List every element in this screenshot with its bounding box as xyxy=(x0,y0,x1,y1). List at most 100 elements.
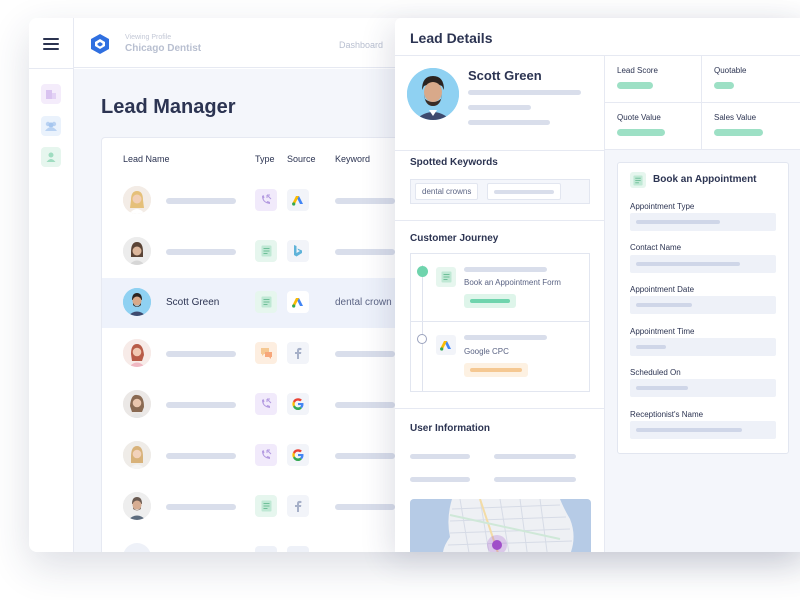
appointment-type-label: Appointment Type xyxy=(630,202,695,211)
quote-value-placeholder xyxy=(617,129,665,136)
map-marker-icon[interactable] xyxy=(492,540,502,550)
lead-info-placeholder xyxy=(468,105,531,110)
quotable-stat: Quotable xyxy=(702,56,800,103)
table-row[interactable] xyxy=(102,227,420,277)
app-logo-icon xyxy=(90,33,110,55)
user-info-placeholder xyxy=(410,477,470,482)
avatar xyxy=(123,186,151,214)
form-icon xyxy=(255,240,277,262)
column-header-keyword[interactable]: Keyword xyxy=(335,154,370,164)
contact-name-label: Contact Name xyxy=(630,243,682,252)
appointment-card: Book an Appointment Appointment Type Con… xyxy=(617,162,789,454)
scheduled-on-field[interactable] xyxy=(630,379,776,397)
lead-avatar xyxy=(407,68,459,120)
lead-info-placeholder xyxy=(468,90,581,95)
receptionist-name-label: Receptionist's Name xyxy=(630,410,704,419)
column-header-source[interactable]: Source xyxy=(287,154,316,164)
table-row[interactable] xyxy=(102,176,420,226)
journey-step-badge xyxy=(464,363,528,377)
journey-step-label: Google CPC xyxy=(464,347,509,356)
google-icon xyxy=(287,444,309,466)
lead-info-placeholder xyxy=(468,120,550,125)
left-rail xyxy=(29,18,74,552)
column-header-lead-name[interactable]: Lead Name xyxy=(123,154,170,164)
quote-value-stat: Quote Value xyxy=(605,103,703,150)
profile-name[interactable]: Chicago Dentist xyxy=(125,43,201,54)
lead-name-placeholder xyxy=(166,351,236,357)
journey-step-placeholder xyxy=(464,335,547,340)
appointment-date-label: Appointment Date xyxy=(630,285,695,294)
table-row[interactable] xyxy=(102,329,420,379)
keyword-tag-placeholder[interactable] xyxy=(487,183,561,200)
location-map[interactable] xyxy=(410,499,591,552)
lead-score-value-placeholder xyxy=(617,82,653,89)
form-icon xyxy=(630,172,646,188)
users-icon[interactable] xyxy=(41,116,61,136)
type-chip-placeholder xyxy=(255,546,277,552)
keyword-placeholder xyxy=(335,402,395,408)
facebook-icon xyxy=(287,495,309,517)
table-row[interactable] xyxy=(102,380,420,430)
sales-value-stat: Sales Value xyxy=(702,103,800,150)
appointment-date-field[interactable] xyxy=(630,296,776,314)
source-chip-placeholder xyxy=(287,546,309,552)
avatar xyxy=(123,492,151,520)
lead-name-placeholder xyxy=(166,453,236,459)
journey-step-placeholder xyxy=(464,267,547,272)
section-divider xyxy=(395,220,604,221)
user-info-placeholder xyxy=(494,477,576,482)
facebook-icon xyxy=(287,342,309,364)
dashboard-link[interactable]: Dashboard xyxy=(339,40,383,50)
timeline-dot-active xyxy=(417,266,428,277)
table-row-selected[interactable]: Scott Green dental crown xyxy=(102,278,420,328)
bing-icon xyxy=(287,240,309,262)
table-row[interactable] xyxy=(102,533,420,552)
appointment-type-field[interactable] xyxy=(630,213,776,231)
google-ads-icon xyxy=(287,291,309,313)
screen: Viewing Profile Chicago Dentist Dashboar… xyxy=(0,0,800,600)
journey-step-label: Book an Appointment Form xyxy=(464,278,561,287)
leads-table: Lead Name Type Source Keyword Scott Gree… xyxy=(101,137,421,552)
lead-score-stat: Lead Score xyxy=(605,56,703,103)
keyword-placeholder xyxy=(335,198,395,204)
timeline-dot xyxy=(417,334,427,344)
form-icon xyxy=(255,495,277,517)
lead-name-heading: Scott Green xyxy=(468,68,542,83)
lead-name-placeholder xyxy=(166,504,236,510)
lead-name-placeholder xyxy=(166,402,236,408)
customer-journey-title: Customer Journey xyxy=(410,233,499,244)
lead-details-title: Lead Details xyxy=(410,30,493,46)
timeline-line xyxy=(422,265,423,391)
keyword-placeholder xyxy=(335,351,395,357)
scheduled-on-label: Scheduled On xyxy=(630,368,681,377)
page-title: Lead Manager xyxy=(101,96,236,118)
sales-value-label: Sales Value xyxy=(714,113,757,122)
keyword-tag[interactable]: dental crowns xyxy=(415,183,479,200)
user-information-title: User Information xyxy=(410,423,491,434)
stats-divider xyxy=(701,56,702,150)
avatar xyxy=(123,390,151,418)
user-info-placeholder xyxy=(410,454,470,459)
viewing-profile-label: Viewing Profile xyxy=(125,34,172,41)
user-info-placeholder xyxy=(494,454,576,459)
lead-details-panel: Lead Details Scott Green Spotted Keyword… xyxy=(395,18,800,552)
table-row[interactable] xyxy=(102,482,420,532)
avatar xyxy=(123,441,151,469)
google-icon xyxy=(287,393,309,415)
user-icon[interactable] xyxy=(41,147,61,167)
quotable-label: Quotable xyxy=(714,66,747,75)
avatar xyxy=(123,288,151,316)
quotable-value-placeholder xyxy=(714,82,734,89)
section-divider xyxy=(395,150,604,151)
appointment-card-title: Book an Appointment xyxy=(653,174,757,185)
appointment-time-field[interactable] xyxy=(630,338,776,356)
contact-name-field[interactable] xyxy=(630,255,776,273)
table-row[interactable] xyxy=(102,431,420,481)
column-header-type[interactable]: Type xyxy=(255,154,275,164)
building-icon[interactable] xyxy=(41,84,61,104)
hamburger-menu-icon[interactable] xyxy=(43,38,59,50)
lead-keyword: dental crown xyxy=(335,297,392,308)
keyword-tags: dental crowns xyxy=(410,179,590,204)
avatar xyxy=(123,543,151,552)
receptionist-name-field[interactable] xyxy=(630,421,776,439)
